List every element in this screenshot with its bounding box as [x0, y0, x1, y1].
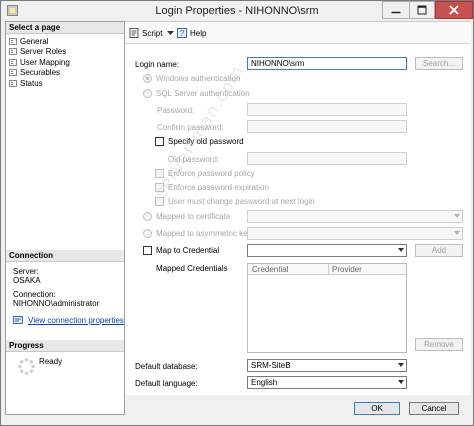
add-credential-button[interactable]: Add	[415, 244, 463, 257]
title-bar: Login Properties - NIHONNO\srm	[1, 1, 473, 21]
help-button[interactable]: ? Help	[177, 28, 206, 38]
script-icon	[129, 28, 139, 38]
minimize-icon	[391, 11, 401, 14]
connection-properties-icon	[13, 316, 23, 324]
default-language-select[interactable]: English	[247, 376, 407, 389]
chevron-down-icon	[398, 248, 404, 252]
connection-header: Connection	[6, 250, 124, 262]
page-item-securables[interactable]: Securables	[9, 67, 60, 77]
grid-header: Credential Provider	[248, 264, 406, 275]
close-button[interactable]	[435, 1, 473, 19]
page-item-general[interactable]: General	[9, 36, 48, 46]
login-properties-window: Login Properties - NIHONNO\srm Select a …	[0, 0, 474, 426]
grid-column-credential[interactable]: Credential	[252, 265, 288, 274]
specify-old-password-checkbox[interactable]	[155, 137, 164, 146]
page-icon	[9, 68, 17, 76]
confirm-password-input[interactable]	[247, 120, 407, 133]
password-label: Password:	[157, 106, 195, 115]
enforce-expiration-label: Enforce password expiration	[168, 183, 269, 192]
script-button[interactable]: Script	[129, 28, 175, 38]
mapped-credentials-label: Mapped Credentials	[156, 264, 228, 273]
windows-auth-radio[interactable]	[143, 74, 152, 83]
default-language-label: Default language:	[135, 379, 198, 388]
mapped-certificate-label: Mapped to certificate	[156, 212, 231, 221]
mapped-credentials-grid[interactable]: Credential Provider	[247, 263, 407, 353]
login-name-input[interactable]: NIHONNO\srm	[247, 57, 407, 70]
server-label: Server:	[13, 267, 39, 276]
maximize-icon	[417, 5, 427, 15]
page-icon	[9, 58, 17, 66]
login-name-label: Login name:	[135, 60, 180, 69]
dialog-footer: OK Cancel	[125, 395, 471, 423]
mapped-asymmetric-key-radio[interactable]	[143, 229, 152, 238]
page-item-status[interactable]: Status	[9, 78, 43, 88]
asymmetric-key-select[interactable]	[247, 227, 463, 240]
server-value: OSAKA	[13, 276, 41, 285]
cancel-button[interactable]: Cancel	[409, 402, 459, 415]
grid-column-provider[interactable]: Provider	[332, 265, 362, 274]
remove-credential-button[interactable]: Remove	[415, 338, 463, 351]
old-password-input[interactable]	[247, 152, 407, 165]
must-change-label: User must change password at next login	[168, 197, 315, 206]
chevron-down-icon[interactable]	[167, 30, 175, 36]
chevron-down-icon	[398, 380, 404, 384]
minimize-button[interactable]	[382, 1, 409, 19]
connection-value: NIHONNO\administrator	[13, 299, 100, 308]
toolbar: Script ? Help	[125, 22, 471, 44]
select-page-header: Select a page	[6, 22, 124, 34]
certificate-select[interactable]	[247, 210, 463, 223]
page-item-server-roles[interactable]: Server Roles	[9, 46, 66, 56]
progress-header: Progress	[6, 340, 124, 352]
map-credential-checkbox[interactable]	[143, 246, 152, 255]
left-pane: Select a page General Server Roles User …	[5, 21, 125, 415]
grid-column-separator	[328, 264, 329, 275]
view-connection-properties-link[interactable]: View connection properties	[28, 316, 124, 325]
page-icon	[9, 79, 17, 87]
progress-spinner-icon	[18, 358, 35, 375]
map-credential-label: Map to Credential	[156, 246, 220, 255]
chevron-down-icon	[398, 363, 404, 367]
general-page: Script ? Help Login name: NIHONNO\srm Se…	[125, 21, 471, 395]
progress-status: Ready	[39, 357, 63, 366]
mapped-certificate-radio[interactable]	[143, 212, 152, 221]
password-input[interactable]	[247, 103, 407, 116]
svg-text:?: ?	[180, 29, 185, 38]
default-database-label: Default database:	[135, 362, 198, 371]
search-button[interactable]: Search...	[415, 57, 463, 70]
credential-select[interactable]	[247, 244, 407, 257]
page-icon	[9, 37, 17, 45]
connection-label: Connection:	[13, 290, 56, 299]
page-icon	[9, 47, 17, 55]
mapped-asymmetric-key-label: Mapped to asymmetric key	[156, 229, 252, 238]
page-item-user-mapping[interactable]: User Mapping	[9, 57, 70, 67]
default-database-select[interactable]: SRM-SiteB	[247, 359, 407, 372]
chevron-down-icon	[454, 231, 460, 235]
chevron-down-icon	[454, 214, 460, 218]
sql-auth-radio[interactable]	[143, 89, 152, 98]
maximize-button[interactable]	[409, 1, 435, 19]
close-icon	[449, 5, 459, 15]
help-icon: ?	[177, 28, 187, 38]
ok-button[interactable]: OK	[354, 402, 400, 415]
